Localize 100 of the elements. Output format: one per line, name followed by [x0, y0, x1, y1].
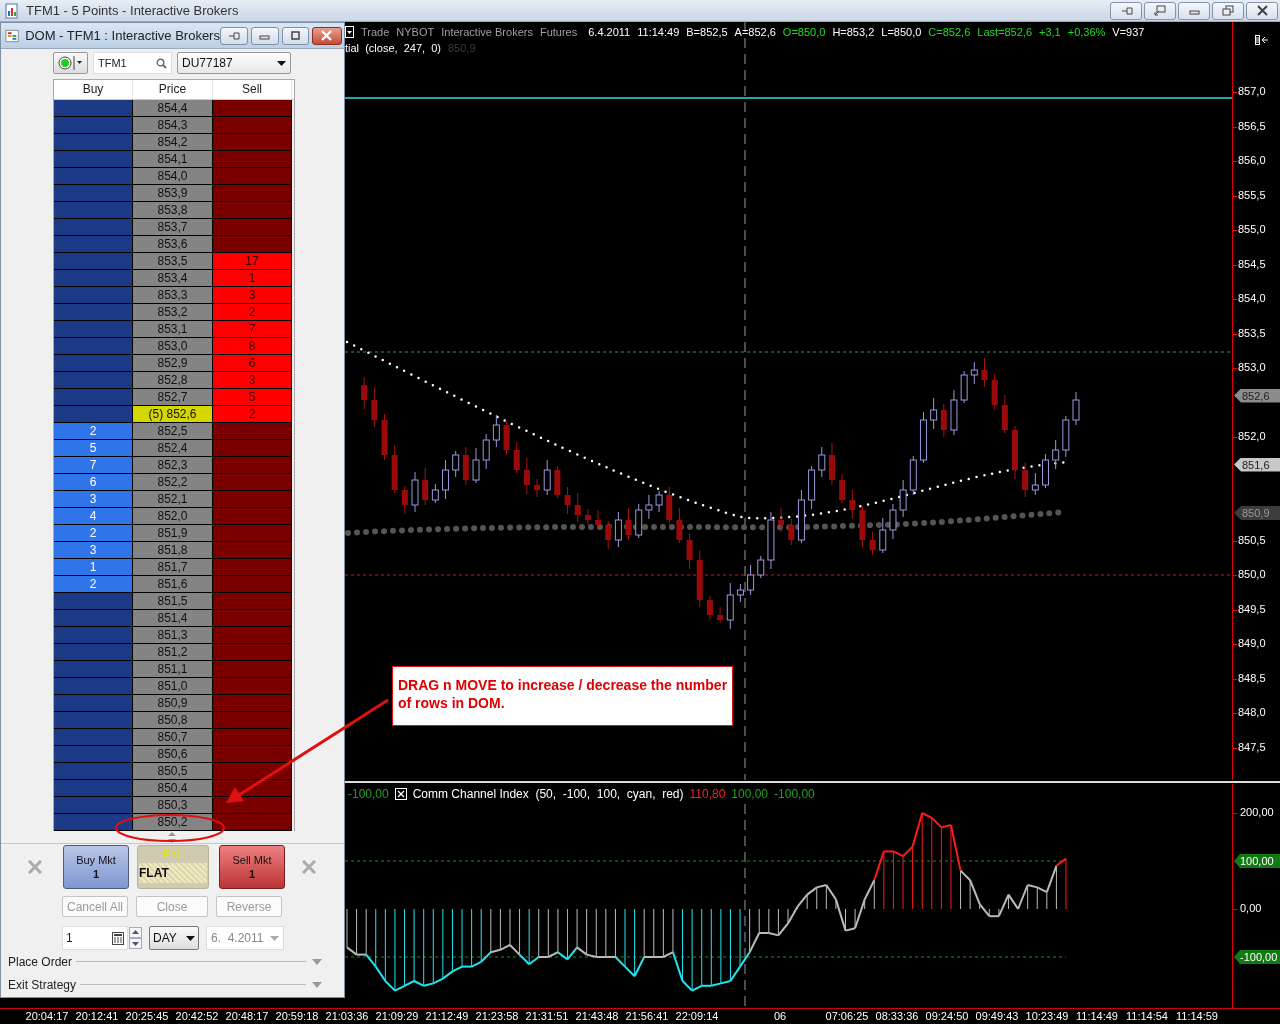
time-label: 06 — [772, 1009, 788, 1024]
level-marker: 100,00 — [1234, 854, 1280, 868]
time-label: 21:03:36 — [324, 1009, 370, 1024]
price-cell: 854,3 — [133, 117, 213, 134]
time-label: 21:43:48 — [574, 1009, 620, 1024]
price-marker: 851,6 — [1234, 457, 1280, 472]
price-cell: 850,4 — [133, 780, 213, 797]
quote-value: 6.4.2011 — [588, 26, 631, 38]
window-title: DOM - TFM1 : Interactive Brokers — [25, 28, 220, 43]
window-title: TFM1 - 5 Points - Interactive Brokers — [26, 3, 239, 18]
price-cell: 850,6 — [133, 746, 213, 763]
time-label: 21:56:41 — [624, 1009, 670, 1024]
time-label: 20:04:17 — [24, 1009, 70, 1024]
bid-size-cell[interactable]: 2 — [54, 423, 133, 440]
time-label: 21:12:49 — [424, 1009, 470, 1024]
symbol-field[interactable]: TFM1 — [93, 52, 172, 74]
ask-size-cell[interactable]: 7 — [213, 321, 292, 338]
indicator-value: -100,00 — [348, 787, 389, 801]
callout-note: DRAG n MOVE to increase / decrease the number of rows in DOM. — [392, 666, 733, 726]
price-cell: 850,3 — [133, 797, 213, 814]
price-cell: 854,4 — [133, 100, 213, 117]
quote-value: NYBOT — [396, 26, 435, 38]
time-in-force-dropdown[interactable]: DAY — [149, 926, 199, 950]
price-cell: 851,7 — [133, 559, 213, 576]
quantity-field[interactable]: 1 — [62, 926, 128, 950]
ask-size-cell[interactable]: 8 — [213, 338, 292, 355]
account-dropdown[interactable]: DU77187 — [177, 52, 291, 74]
axis-label: 857,0 — [1238, 85, 1266, 97]
ask-size-cell[interactable]: 5 — [213, 389, 292, 406]
sell-market-button[interactable]: Sell Mkt 1 — [219, 845, 285, 889]
ask-size-cell[interactable]: 1 — [213, 270, 292, 287]
study-label: tial (close, 247, 0) — [345, 42, 441, 54]
time-label: 09:24:50 — [924, 1009, 970, 1024]
quote-value: Interactive Brokers — [441, 26, 533, 38]
axis-label: 850,5 — [1238, 533, 1266, 546]
buy-market-button[interactable]: Buy Mkt 1 — [63, 845, 129, 889]
ask-size-cell[interactable]: 2 — [213, 406, 292, 423]
ask-size-cell[interactable]: 2 — [213, 304, 292, 321]
ask-size-cell[interactable]: 17 — [213, 253, 292, 270]
bid-size-cell[interactable]: 3 — [54, 542, 133, 559]
price-cell: 853,5 — [133, 253, 213, 270]
axis-label: 849,5 — [1238, 602, 1266, 615]
time-label: 22:09:14 — [674, 1009, 720, 1024]
axis-label: 850,0 — [1238, 568, 1266, 580]
section-header[interactable]: Exit Strategy — [8, 977, 77, 992]
bid-size-cell[interactable]: 7 — [54, 457, 133, 474]
price-cell: 854,0 — [133, 168, 213, 185]
price-marker: 850,9 — [1234, 505, 1280, 520]
bid-size-cell[interactable]: 3 — [54, 491, 133, 508]
time-label: 20:25:45 — [124, 1009, 170, 1024]
price-cell: 853,9 — [133, 185, 213, 202]
quote-value: C=852,6 — [928, 26, 971, 38]
indicator-title: Comm Channel Index (50, -100, 100, cyan, red) — [412, 787, 684, 801]
price-cell: 852,3 — [133, 457, 213, 474]
bid-size-cell[interactable]: 1 — [54, 559, 133, 576]
bid-size-cell[interactable]: 2 — [54, 525, 133, 542]
time-label: 20:42:52 — [174, 1009, 220, 1024]
price-cell: 852,7 — [133, 389, 213, 406]
bid-size-cell[interactable]: 6 — [54, 474, 133, 491]
price-marker: 852,6 — [1234, 388, 1280, 403]
indicator-value: 110,80 — [689, 787, 726, 801]
axis-label: 849,0 — [1238, 637, 1266, 649]
price-cell: 852,9 — [133, 355, 213, 372]
indicator-value: 100,00 — [731, 787, 769, 801]
price-cell: 851,8 — [133, 542, 213, 559]
axis-label: 853,5 — [1238, 326, 1266, 339]
time-label: 20:12:41 — [74, 1009, 120, 1024]
time-label: 09:49:43 — [974, 1009, 1020, 1024]
quote-value: Trade — [361, 26, 390, 38]
bid-size-cell[interactable]: 2 — [54, 576, 133, 593]
axis-label: 848,0 — [1238, 706, 1266, 718]
column-header[interactable]: Buy — [54, 80, 133, 99]
price-cell: 853,4 — [133, 270, 213, 287]
bid-size-cell[interactable]: 5 — [54, 440, 133, 457]
time-label: 07:06:25 — [824, 1009, 870, 1024]
column-header[interactable]: Price — [133, 80, 213, 99]
price-cell: 853,7 — [133, 219, 213, 236]
axis-label: 855,0 — [1238, 223, 1266, 235]
price-cell: 853,3 — [133, 287, 213, 304]
ask-size-cell[interactable]: 3 — [213, 287, 292, 304]
price-cell: 853,8 — [133, 202, 213, 219]
ask-size-cell[interactable]: 3 — [213, 372, 292, 389]
quote-value: Last=852,6 — [977, 26, 1032, 38]
bid-size-cell[interactable]: 4 — [54, 508, 133, 525]
section-header[interactable]: Place Order — [8, 954, 73, 969]
time-label: 10:23:49 — [1024, 1009, 1070, 1024]
axis-label: 853,0 — [1238, 361, 1266, 373]
price-cell: (5) 852,6 — [133, 406, 213, 423]
quote-value: A=852,6 — [734, 26, 776, 38]
price-cell: 852,0 — [133, 508, 213, 525]
price-cell: 852,5 — [133, 423, 213, 440]
axis-label: 0,00 — [1240, 902, 1262, 914]
time-label: 11:14:59 — [1175, 1009, 1219, 1024]
time-label: 21:31:51 — [524, 1009, 570, 1024]
axis-label: 854,5 — [1238, 257, 1266, 270]
column-header[interactable]: Sell — [213, 80, 292, 99]
axis-label: 854,0 — [1238, 292, 1266, 304]
price-cell: 850,5 — [133, 763, 213, 780]
ask-size-cell[interactable]: 6 — [213, 355, 292, 372]
time-label: 11:14:54 — [1125, 1009, 1169, 1024]
